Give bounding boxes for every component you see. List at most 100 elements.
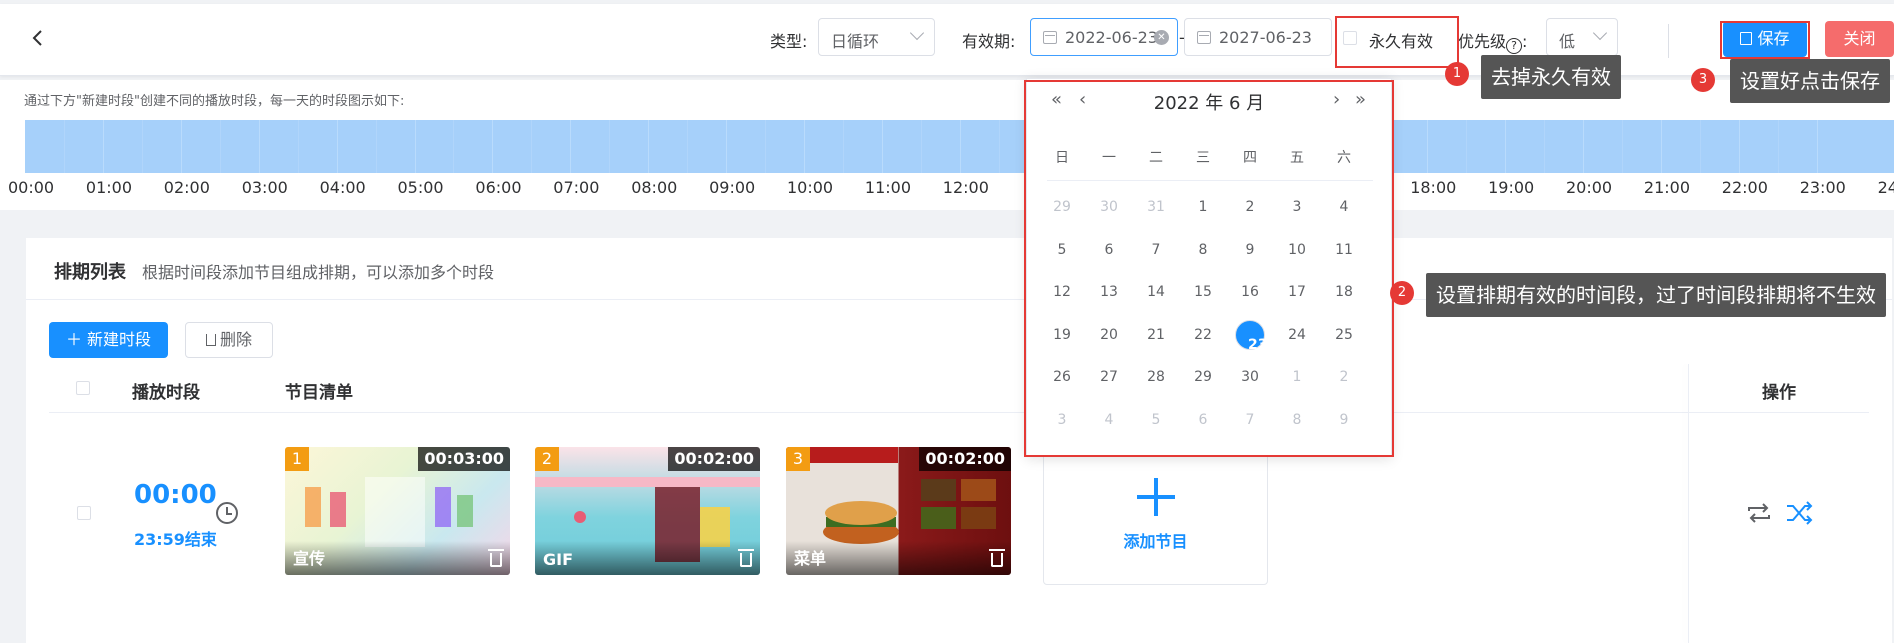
highlight-permanent [1335, 16, 1459, 68]
start-date-input[interactable]: 2022-06-23 ✕ [1030, 18, 1178, 56]
timeline-tick: 22:00 [1721, 178, 1768, 197]
back-arrow-icon[interactable] [26, 26, 50, 50]
end-date-value: 2027-06-23 [1219, 28, 1312, 47]
schedule-title: 排期列表 [54, 262, 126, 283]
timeline-hour-divider [336, 120, 338, 173]
timeline-panel: 通过下方"新建时段"创建不同的播放时段，每一天的时段图示如下: 00:00 01:… [0, 80, 1894, 210]
program-card[interactable]: 2 00:02:00 GIF [535, 447, 760, 575]
type-label: 类型: [770, 32, 808, 51]
trash-icon[interactable] [488, 549, 504, 567]
trash-icon [205, 334, 216, 346]
timeline-half-divider [1777, 120, 1779, 173]
timeline-half-divider [375, 120, 377, 173]
timeline-hour-divider [881, 120, 883, 173]
row-divider [49, 412, 1869, 413]
close-button[interactable]: 关闭 [1825, 21, 1894, 57]
type-select[interactable]: 日循环 [818, 18, 935, 56]
add-program-label: 添加节目 [1123, 532, 1188, 551]
repeat-icon[interactable] [1744, 501, 1774, 525]
program-index: 3 [786, 447, 810, 471]
start-date-value: 2022-06-23 [1065, 28, 1158, 47]
timeline-half-divider [765, 120, 766, 173]
program-name: 菜单 [794, 549, 827, 568]
clear-icon[interactable]: ✕ [1154, 30, 1169, 45]
timeline-tick: 04:00 [319, 178, 366, 197]
timeline-half-divider [531, 120, 533, 173]
timeline-hour-divider [102, 120, 104, 173]
type-value: 日循环 [831, 32, 880, 51]
timeline-tick: 03:00 [241, 178, 288, 197]
timeline-hour-divider [492, 120, 494, 173]
priority-select[interactable]: 低 [1546, 18, 1618, 56]
priority-value: 低 [1559, 32, 1576, 51]
annotation-badge-1: 1 [1445, 62, 1469, 86]
delete-button[interactable]: 删除 [185, 322, 273, 358]
select-all-checkbox[interactable] [76, 381, 90, 395]
timeline-half-divider [1466, 120, 1468, 173]
plus-icon: ＋ [65, 330, 88, 349]
timeline-tick: 11:00 [864, 178, 911, 197]
timeline-ticks: 00:00 01:00 02:00 03:00 04:00 05:00 06:00 07:00… [0, 178, 1894, 198]
timeline-tick: 09:00 [709, 178, 756, 197]
timeline-half-divider [63, 120, 65, 173]
timeline-half-divider [687, 120, 689, 173]
timeline-tick: 06:00 [475, 178, 522, 197]
program-duration: 00:02:00 [668, 447, 760, 471]
add-program-button[interactable]: 添加节目 [1043, 447, 1268, 585]
timeline-hour-divider [570, 120, 572, 173]
timeline-half-divider [1621, 120, 1623, 173]
timeline-half-divider [920, 120, 922, 173]
timeline-bar [25, 120, 1894, 173]
schedule-subtitle: 根据时间段添加节目组成排期，可以添加多个时段 [142, 263, 495, 282]
new-timeslot-button[interactable]: ＋ 新建时段 [49, 322, 168, 358]
timeline-tick: 07:00 [553, 178, 600, 197]
timeline-tick: 12:00 [942, 178, 989, 197]
program-duration: 00:03:00 [418, 447, 510, 471]
col-header-ops: 操作 [1762, 383, 1796, 403]
slot-end-time: 23:59结束 [134, 530, 217, 549]
timeline-tick: 10:00 [787, 178, 834, 197]
program-card[interactable]: 1 00:03:00 宣传 [285, 447, 510, 575]
annotation-badge-3: 3 [1691, 68, 1715, 92]
chevron-down-icon [909, 25, 925, 41]
timeline-tick: 08:00 [631, 178, 678, 197]
program-index: 2 [535, 447, 559, 471]
timeline-hour-divider [648, 120, 650, 173]
timeline-tick: 20:00 [1566, 178, 1613, 197]
highlight-save [1720, 21, 1810, 59]
timeline-tick: 02:00 [163, 178, 210, 197]
program-name: 宣传 [293, 549, 326, 568]
annotation-tip-3: 设置好点击保存 [1730, 59, 1890, 103]
shuffle-icon[interactable] [1784, 501, 1814, 525]
timeline-tick: 18:00 [1410, 178, 1457, 197]
calendar-icon [1043, 31, 1057, 44]
trash-icon[interactable] [989, 549, 1005, 567]
trash-icon[interactable] [738, 549, 754, 567]
annotation-badge-2: 2 [1390, 281, 1414, 305]
chevron-down-icon [1592, 25, 1608, 41]
end-date-input[interactable]: 2027-06-23 [1184, 18, 1332, 56]
timeline-half-divider [1544, 120, 1545, 173]
calendar-icon [1197, 31, 1211, 44]
timeline-note: 通过下方"新建时段"创建不同的播放时段，每一天的时段图示如下: [24, 94, 405, 109]
timeline-hour-divider [1583, 120, 1584, 173]
plus-icon [1137, 478, 1175, 516]
program-index: 1 [285, 447, 309, 471]
annotation-tip-2: 设置排期有效的时间段，过了时间段排期将不生效 [1426, 273, 1886, 317]
divider [1668, 24, 1669, 58]
timeline-tick: 00:00 [8, 178, 55, 197]
timeline-tick: 19:00 [1488, 178, 1535, 197]
timeline-half-divider [998, 120, 1000, 173]
timeline-hour-divider [804, 120, 805, 173]
program-name: GIF [543, 550, 574, 569]
help-icon[interactable]: ? [1506, 38, 1523, 54]
row-checkbox[interactable] [77, 506, 91, 520]
col-header-programs: 节目清单 [285, 383, 353, 403]
clock-icon[interactable] [216, 502, 238, 524]
timeline-half-divider [219, 120, 221, 173]
timeline-hour-divider [414, 120, 416, 173]
program-card[interactable]: 3 00:02:00 菜单 [786, 447, 1011, 575]
timeline-hour-divider [1738, 120, 1740, 173]
timeline-hour-divider [258, 120, 260, 173]
validity-label: 有效期: [962, 32, 1016, 51]
